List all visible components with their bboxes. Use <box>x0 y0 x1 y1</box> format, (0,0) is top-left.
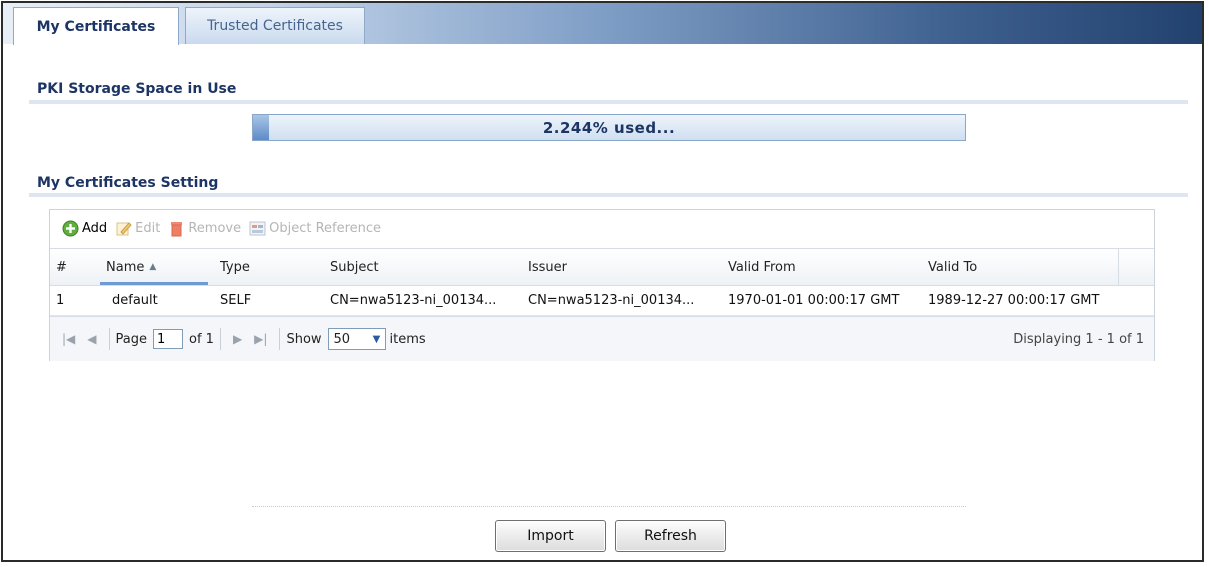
page-count-label: of 1 <box>189 331 214 347</box>
object-reference-button[interactable]: Object Reference <box>249 220 381 237</box>
storage-section-title: PKI Storage Space in Use <box>37 81 237 97</box>
column-header-type[interactable]: Type <box>214 249 324 285</box>
edit-icon <box>115 220 132 237</box>
footer-divider <box>252 506 966 507</box>
add-icon <box>62 220 79 237</box>
tab-trusted-certificates[interactable]: Trusted Certificates <box>185 7 365 44</box>
column-header-number[interactable]: # <box>50 249 100 285</box>
chevron-down-icon[interactable]: ▼ <box>369 329 385 349</box>
add-label: Add <box>82 221 108 236</box>
pager-separator <box>108 328 110 350</box>
items-label: items <box>389 331 426 347</box>
edit-label: Edit <box>135 221 161 236</box>
storage-progress-text: 2.244% used... <box>542 118 676 137</box>
page-size-value: 50 <box>333 331 351 347</box>
column-header-valid-to[interactable]: Valid To <box>922 249 1119 285</box>
sort-ascending-icon: ▲ <box>149 262 157 272</box>
certificates-window: My Certificates Trusted Certificates PKI… <box>1 1 1204 562</box>
settings-section-title: My Certificates Setting <box>37 175 219 191</box>
cell-subject: CN=nwa5123-ni_00134... <box>330 292 497 308</box>
tab-bar: My Certificates Trusted Certificates <box>3 3 1202 45</box>
cell-name: default <box>112 292 158 308</box>
column-header-valid-from[interactable]: Valid From <box>722 249 922 285</box>
column-header-name[interactable]: Name ▲ <box>100 249 208 285</box>
grid-toolbar: Add Edit Remove Object Reference <box>50 210 1154 247</box>
import-button[interactable]: Import <box>495 520 606 552</box>
page-label: Page <box>115 331 147 347</box>
refresh-button[interactable]: Refresh <box>615 520 726 552</box>
next-page-icon[interactable]: ▶ <box>233 332 242 346</box>
first-page-icon[interactable]: |◀ <box>62 332 75 346</box>
column-header-issuer[interactable]: Issuer <box>522 249 722 285</box>
add-button[interactable]: Add <box>62 220 107 237</box>
pagination-bar: |◀ ◀ Page of 1 ▶ ▶| Show 50 ▼ items Disp… <box>50 316 1154 361</box>
storage-section-divider <box>29 100 1188 104</box>
previous-page-icon[interactable]: ◀ <box>87 332 96 346</box>
settings-section-divider <box>29 193 1188 197</box>
page-size-select[interactable]: 50 ▼ <box>327 328 386 350</box>
object-reference-label: Object Reference <box>269 221 382 236</box>
table-row[interactable]: 1 default SELF CN=nwa5123-ni_00134... CN… <box>50 285 1154 316</box>
cell-issuer: CN=nwa5123-ni_00134... <box>528 292 695 308</box>
edit-button[interactable]: Edit <box>115 220 160 237</box>
cell-valid-to: 1989-12-27 00:00:17 GMT <box>928 292 1100 308</box>
page-number-input[interactable] <box>153 329 183 349</box>
pager-separator <box>279 328 281 350</box>
cell-number: 1 <box>56 292 65 308</box>
column-header-name-label: Name <box>106 259 145 275</box>
last-page-icon[interactable]: ▶| <box>254 332 267 346</box>
storage-progress-bar: 2.244% used... <box>252 114 966 141</box>
remove-label: Remove <box>188 221 242 236</box>
show-label: Show <box>286 331 322 347</box>
cell-valid-from: 1970-01-01 00:00:17 GMT <box>728 292 900 308</box>
certificates-grid-panel: Add Edit Remove Object Reference # Name … <box>49 209 1155 361</box>
grid-header: # Name ▲ Type Subject Issuer Valid From … <box>50 248 1154 286</box>
cell-type: SELF <box>220 292 252 308</box>
trash-icon <box>168 220 185 237</box>
remove-button[interactable]: Remove <box>168 220 241 237</box>
pager-separator <box>219 328 221 350</box>
column-header-subject[interactable]: Subject <box>324 249 522 285</box>
displaying-count: Displaying 1 - 1 of 1 <box>1013 331 1144 347</box>
tab-my-certificates[interactable]: My Certificates <box>13 7 179 45</box>
object-reference-icon <box>249 220 266 237</box>
